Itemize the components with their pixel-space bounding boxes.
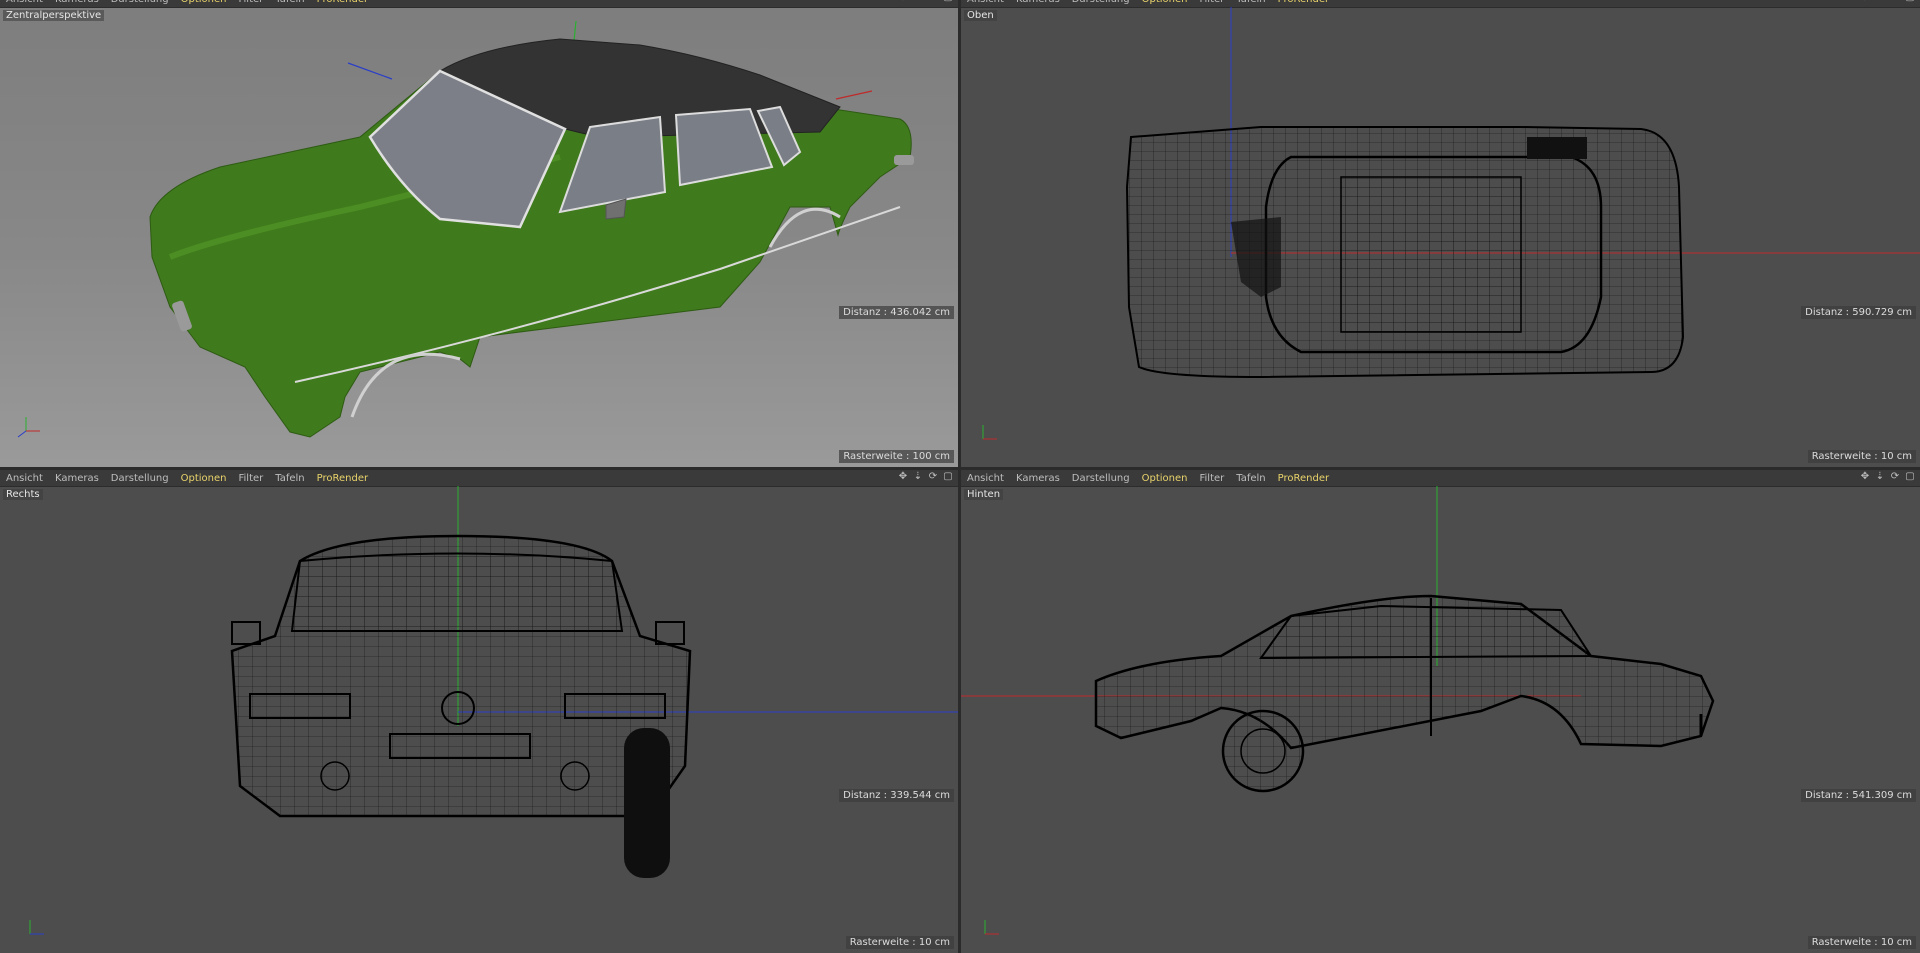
zoom-view-icon[interactable]: ⇣ [1874, 0, 1886, 4]
grid-spacing-readout: Rasterweite : 10 cm [1807, 450, 1916, 463]
menu-ansicht[interactable]: Ansicht [967, 0, 1004, 5]
distance-readout: Distanz : 436.042 cm [839, 306, 954, 319]
maximize-view-icon[interactable]: ▢ [1904, 0, 1916, 4]
maximize-view-icon[interactable]: ▢ [942, 471, 954, 483]
viewport-back[interactable]: Ansicht Kameras Darstellung Optionen Fil… [961, 470, 1920, 953]
menu-filter[interactable]: Filter [1199, 473, 1224, 484]
zoom-view-icon[interactable]: ⇣ [1874, 471, 1886, 483]
menu-filter[interactable]: Filter [238, 473, 263, 484]
car-wireframe-top [982, 7, 1920, 440]
menu-ansicht[interactable]: Ansicht [6, 473, 43, 484]
viewport-menubar: Ansicht Kameras Darstellung Optionen Fil… [961, 470, 1920, 487]
menu-darstellung[interactable]: Darstellung [111, 0, 169, 5]
viewport-top[interactable]: Ansicht Kameras Darstellung Optionen Fil… [961, 0, 1920, 467]
menu-tafeln[interactable]: Tafeln [1236, 473, 1265, 484]
move-view-icon[interactable]: ✥ [897, 0, 909, 4]
zoom-view-icon[interactable]: ⇣ [912, 0, 924, 4]
menu-kameras[interactable]: Kameras [55, 473, 99, 484]
menu-darstellung[interactable]: Darstellung [1072, 473, 1130, 484]
distance-readout: Distanz : 541.309 cm [1801, 789, 1916, 802]
menu-optionen[interactable]: Optionen [1142, 0, 1188, 5]
viewport-right[interactable]: Ansicht Kameras Darstellung Optionen Fil… [0, 470, 958, 953]
menu-darstellung[interactable]: Darstellung [1072, 0, 1130, 5]
rotate-view-icon[interactable]: ⟳ [927, 471, 939, 483]
grid-spacing-readout: Rasterweite : 100 cm [839, 450, 954, 463]
rotate-view-icon[interactable]: ⟳ [1889, 0, 1901, 4]
viewport-tools: ✥ ⇣ ⟳ ▢ [1859, 0, 1916, 4]
move-view-icon[interactable]: ✥ [897, 471, 909, 483]
car-wireframe-side [961, 486, 1715, 935]
viewport-tools: ✥ ⇣ ⟳ ▢ [1859, 471, 1916, 483]
car-shaded-render [17, 20, 914, 438]
menu-prorender[interactable]: ProRender [317, 0, 368, 5]
viewport-tools: ✥ ⇣ ⟳ ▢ [897, 471, 954, 483]
menu-filter[interactable]: Filter [238, 0, 263, 5]
viewport-grid: Ansicht Kameras Darstellung Optionen Fil… [0, 0, 1920, 953]
menu-prorender[interactable]: ProRender [317, 473, 368, 484]
rotate-view-icon[interactable]: ⟳ [927, 0, 939, 4]
grid-spacing-readout: Rasterweite : 10 cm [1807, 936, 1916, 949]
menu-tafeln[interactable]: Tafeln [275, 473, 304, 484]
menu-optionen[interactable]: Optionen [1142, 473, 1188, 484]
menu-tafeln[interactable]: Tafeln [1236, 0, 1265, 5]
zoom-view-icon[interactable]: ⇣ [912, 471, 924, 483]
menu-tafeln[interactable]: Tafeln [275, 0, 304, 5]
menu-kameras[interactable]: Kameras [55, 0, 99, 5]
menu-ansicht[interactable]: Ansicht [6, 0, 43, 5]
menu-darstellung[interactable]: Darstellung [111, 473, 169, 484]
distance-readout: Distanz : 590.729 cm [1801, 306, 1916, 319]
menu-filter[interactable]: Filter [1199, 0, 1224, 5]
viewport-perspective[interactable]: Ansicht Kameras Darstellung Optionen Fil… [0, 0, 958, 467]
distance-readout: Distanz : 339.544 cm [839, 789, 954, 802]
viewport-tools: ✥ ⇣ ⟳ ▢ [897, 0, 954, 4]
menu-kameras[interactable]: Kameras [1016, 473, 1060, 484]
viewport-menubar: Ansicht Kameras Darstellung Optionen Fil… [0, 470, 958, 487]
grid-spacing-readout: Rasterweite : 10 cm [845, 936, 954, 949]
move-view-icon[interactable]: ✥ [1859, 471, 1871, 483]
menu-kameras[interactable]: Kameras [1016, 0, 1060, 5]
menu-prorender[interactable]: ProRender [1278, 0, 1329, 5]
maximize-view-icon[interactable]: ▢ [942, 0, 954, 4]
menu-optionen[interactable]: Optionen [181, 0, 227, 5]
car-wireframe-front [29, 486, 958, 935]
move-view-icon[interactable]: ✥ [1859, 0, 1871, 4]
rotate-view-icon[interactable]: ⟳ [1889, 471, 1901, 483]
maximize-view-icon[interactable]: ▢ [1904, 471, 1916, 483]
menu-ansicht[interactable]: Ansicht [967, 473, 1004, 484]
menu-prorender[interactable]: ProRender [1278, 473, 1329, 484]
menu-optionen[interactable]: Optionen [181, 473, 227, 484]
